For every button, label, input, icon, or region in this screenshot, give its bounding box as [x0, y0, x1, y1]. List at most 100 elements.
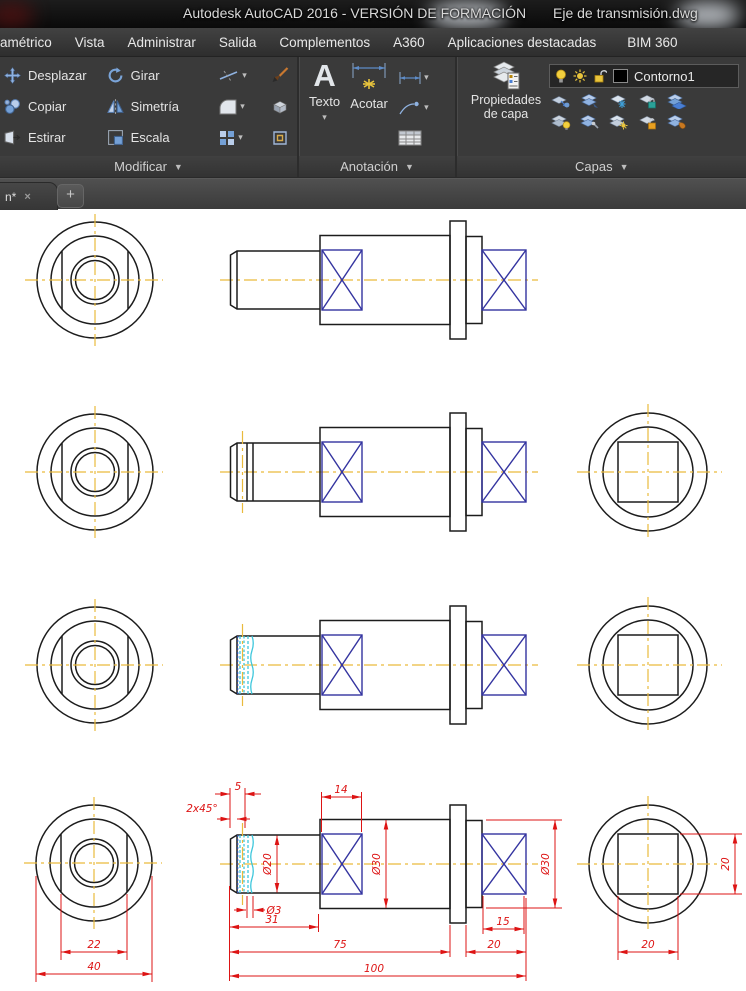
- drawing-file-tab[interactable]: n* ×: [0, 182, 58, 210]
- dim-shaft-len: 31: [265, 914, 278, 926]
- layer-isolate-icon[interactable]: [551, 93, 571, 109]
- layer-match-icon[interactable]: [667, 93, 689, 109]
- copy-icon: [4, 99, 20, 114]
- capas-panel-footer[interactable]: Capas ▼: [457, 156, 746, 177]
- view-row-2: [24, 403, 723, 541]
- simetria-button[interactable]: Simetría: [106, 92, 219, 121]
- app-title: Autodesk AutoCAD 2016 - VERSIÓN DE FORMA…: [183, 5, 527, 21]
- dim-body-len: 75: [333, 939, 347, 951]
- texto-button[interactable]: A Texto ▾: [309, 59, 340, 156]
- leader-icon: [399, 101, 419, 114]
- fillet-button[interactable]: ▾: [218, 92, 265, 121]
- array-button[interactable]: ▾: [218, 123, 265, 152]
- dim-body-dia: Ø30: [371, 853, 383, 876]
- capas-expand-caret: ▼: [619, 161, 629, 172]
- mirror-icon: [106, 99, 124, 114]
- brush-icon: [272, 67, 289, 82]
- dim-groove-offset: 5: [235, 781, 242, 793]
- modificar-panel-footer[interactable]: Modificar ▼: [0, 156, 297, 177]
- dim-total-len: 100: [364, 963, 384, 975]
- match-properties-button[interactable]: [271, 61, 289, 90]
- explode-button[interactable]: [271, 92, 289, 121]
- copiar-button[interactable]: Copiar: [4, 92, 107, 121]
- acotar-button[interactable]: Acotar: [350, 62, 388, 156]
- layer-thaw-icon[interactable]: [609, 114, 629, 130]
- anotacion-panel-footer[interactable]: Anotación ▼: [299, 156, 455, 177]
- trim-button[interactable]: ▾: [218, 61, 265, 90]
- panel-anotacion: A Texto ▾ Acotar ▾ ▾ Anotación ▼: [299, 57, 455, 177]
- layer-walk-icon[interactable]: [580, 93, 600, 109]
- layer-color-swatch: [613, 69, 628, 83]
- offset-button[interactable]: [271, 123, 289, 152]
- title-bar: Autodesk AutoCAD 2016 - VERSIÓN DE FORMA…: [0, 0, 746, 28]
- fillet-dropdown-caret[interactable]: ▾: [240, 101, 245, 112]
- escala-button[interactable]: Escala: [107, 123, 219, 152]
- fillet-icon: [219, 99, 237, 114]
- array-icon: [220, 130, 235, 145]
- desplazar-button[interactable]: Desplazar: [4, 61, 107, 90]
- propiedades-de-capa-button[interactable]: Propiedades de capa: [465, 59, 547, 156]
- layer-lock-icon[interactable]: [638, 93, 658, 109]
- dimension-labels: 22 40 5 2x45° 14 Ø20 Ø30 Ø3 31 75 20 100…: [87, 781, 732, 975]
- layer-pin-icon[interactable]: [580, 114, 600, 130]
- explode-box-icon: [273, 100, 287, 113]
- rotate-icon: [108, 67, 123, 83]
- current-layer-name: Contorno1: [634, 68, 695, 84]
- move-icon: [4, 67, 21, 84]
- tab-administrar[interactable]: Administrar: [128, 35, 196, 50]
- new-drawing-tab-button[interactable]: +: [57, 184, 84, 208]
- dimensions: [35, 788, 742, 982]
- tab-salida[interactable]: Salida: [219, 35, 257, 50]
- linear-dim-button[interactable]: ▾: [398, 63, 442, 92]
- layer-freeze-sun-icon: [573, 69, 587, 83]
- leader-button[interactable]: ▾: [398, 93, 442, 122]
- texto-dropdown-caret: ▾: [322, 112, 327, 122]
- dim-chamfer: 2x45°: [186, 803, 218, 815]
- close-tab-icon[interactable]: ×: [24, 191, 30, 203]
- estirar-button[interactable]: Estirar: [4, 123, 107, 152]
- girar-button[interactable]: Girar: [107, 61, 219, 90]
- trim-dropdown-caret[interactable]: ▾: [242, 70, 247, 81]
- drawing-canvas[interactable]: 22 40 5 2x45° 14 Ø20 Ø30 Ø3 31 75 20 100…: [0, 209, 746, 986]
- layer-selector-dropdown[interactable]: Contorno1: [549, 64, 739, 88]
- offset-icon: [273, 130, 287, 145]
- tab-complementos[interactable]: Complementos: [279, 35, 370, 50]
- tab-aplicaciones-destacadas[interactable]: Aplicaciones destacadas: [448, 35, 597, 50]
- dim-right-end-len: 20: [487, 939, 501, 951]
- dim-shaft-dia: Ø20: [262, 853, 274, 876]
- linear-dimension-icon: [399, 71, 421, 84]
- scale-icon: [107, 130, 123, 145]
- layer-tools-row-2: [551, 114, 739, 130]
- file-tab-bar: n* × +: [0, 178, 746, 210]
- array-dropdown-caret[interactable]: ▾: [238, 132, 243, 143]
- dim-front-outer: 40: [87, 961, 101, 973]
- dim-front-flats: 22: [87, 939, 101, 951]
- tab-a360[interactable]: A360: [393, 35, 425, 50]
- view-row-3: [24, 596, 723, 734]
- ribbon-tab-bar: amétrico Vista Administrar Salida Comple…: [0, 28, 746, 57]
- layer-on-off-icon[interactable]: [551, 114, 571, 130]
- layer-vpfreeze-icon[interactable]: [667, 114, 687, 130]
- dim-right-dia: Ø30: [540, 853, 552, 876]
- leader-dropdown-caret[interactable]: ▾: [424, 102, 429, 113]
- tab-vista[interactable]: Vista: [75, 35, 105, 50]
- tab-bim360[interactable]: BIM 360: [627, 35, 677, 50]
- document-title: Eje de transmisión.dwg: [553, 5, 698, 21]
- panel-capas: Propiedades de capa Contorno1 Capas ▼: [457, 57, 746, 177]
- panel-modificar: Desplazar Copiar Estirar Girar Simetría …: [0, 57, 297, 177]
- layer-unlock-icon: [594, 70, 607, 83]
- text-icon: A: [313, 58, 336, 93]
- dim-dropdown-caret[interactable]: ▾: [424, 72, 429, 83]
- trim-icon: [219, 70, 238, 81]
- layer-properties-icon: [493, 61, 520, 90]
- view-row-4: 22 40 5 2x45° 14 Ø20 Ø30 Ø3 31 75 20 100…: [23, 781, 742, 982]
- layer-freeze-icon[interactable]: [609, 93, 629, 109]
- layer-tools-row-1: [551, 93, 739, 109]
- table-button[interactable]: [398, 123, 442, 152]
- dimension-icon: [352, 63, 386, 89]
- layer-unlock-tool-icon[interactable]: [638, 114, 658, 130]
- layer-on-bulb-icon: [556, 69, 566, 82]
- titlebar-red-glow: [0, 2, 34, 28]
- tab-parametrico[interactable]: amétrico: [0, 35, 52, 50]
- ribbon: Desplazar Copiar Estirar Girar Simetría …: [0, 57, 746, 178]
